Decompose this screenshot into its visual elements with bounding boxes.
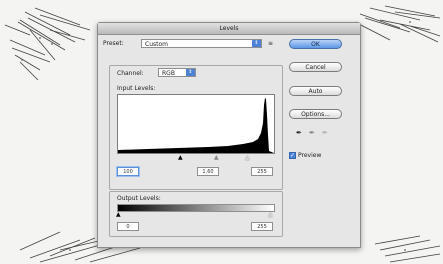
histogram-shape [118, 98, 274, 153]
output-white-field[interactable]: 255 [251, 222, 273, 231]
checkmark-icon: ✓ [290, 152, 296, 159]
histogram [117, 94, 275, 154]
menu-icon[interactable]: ≡ [268, 40, 273, 47]
preset-select[interactable]: Custom ⇕ [141, 39, 262, 48]
white-eyedropper-icon[interactable]: ✒ [322, 129, 328, 137]
preview-checkbox[interactable]: ✓ [289, 152, 296, 159]
input-black-field[interactable]: 100 [117, 167, 139, 176]
chevron-updown-icon: ⇕ [252, 40, 261, 47]
chevron-updown-icon: ⇕ [186, 69, 195, 76]
output-black-field[interactable]: 0 [117, 222, 139, 231]
auto-button[interactable]: Auto [289, 86, 342, 96]
preset-label: Preset: [103, 40, 124, 47]
midtone-slider[interactable]: ▲ [214, 155, 219, 161]
channel-label: Channel: [117, 70, 144, 77]
input-levels-label: Input Levels: [117, 85, 156, 92]
ok-button[interactable]: OK [289, 39, 342, 49]
channel-value: RGB [162, 70, 175, 77]
options-button[interactable]: Options... [289, 109, 342, 119]
channel-select[interactable]: RGB ⇕ [158, 68, 196, 77]
output-white-slider[interactable]: △ [268, 212, 273, 218]
black-point-slider[interactable]: ▲ [178, 155, 183, 161]
output-levels-label: Output Levels: [117, 195, 161, 202]
input-white-field[interactable]: 255 [251, 167, 273, 176]
dialog-title: Levels [98, 23, 360, 35]
output-gradient-bar [117, 204, 275, 212]
cancel-button[interactable]: Cancel [289, 62, 342, 72]
white-point-slider[interactable]: △ [245, 155, 250, 161]
black-eyedropper-icon[interactable]: ✒ [296, 129, 302, 137]
input-gamma-field[interactable]: 1.60 [197, 167, 219, 176]
gray-eyedropper-icon[interactable]: ✒ [309, 129, 315, 137]
output-black-slider[interactable]: ▲ [116, 212, 121, 218]
preset-value: Custom [145, 41, 168, 48]
preview-label: Preview [298, 152, 322, 159]
